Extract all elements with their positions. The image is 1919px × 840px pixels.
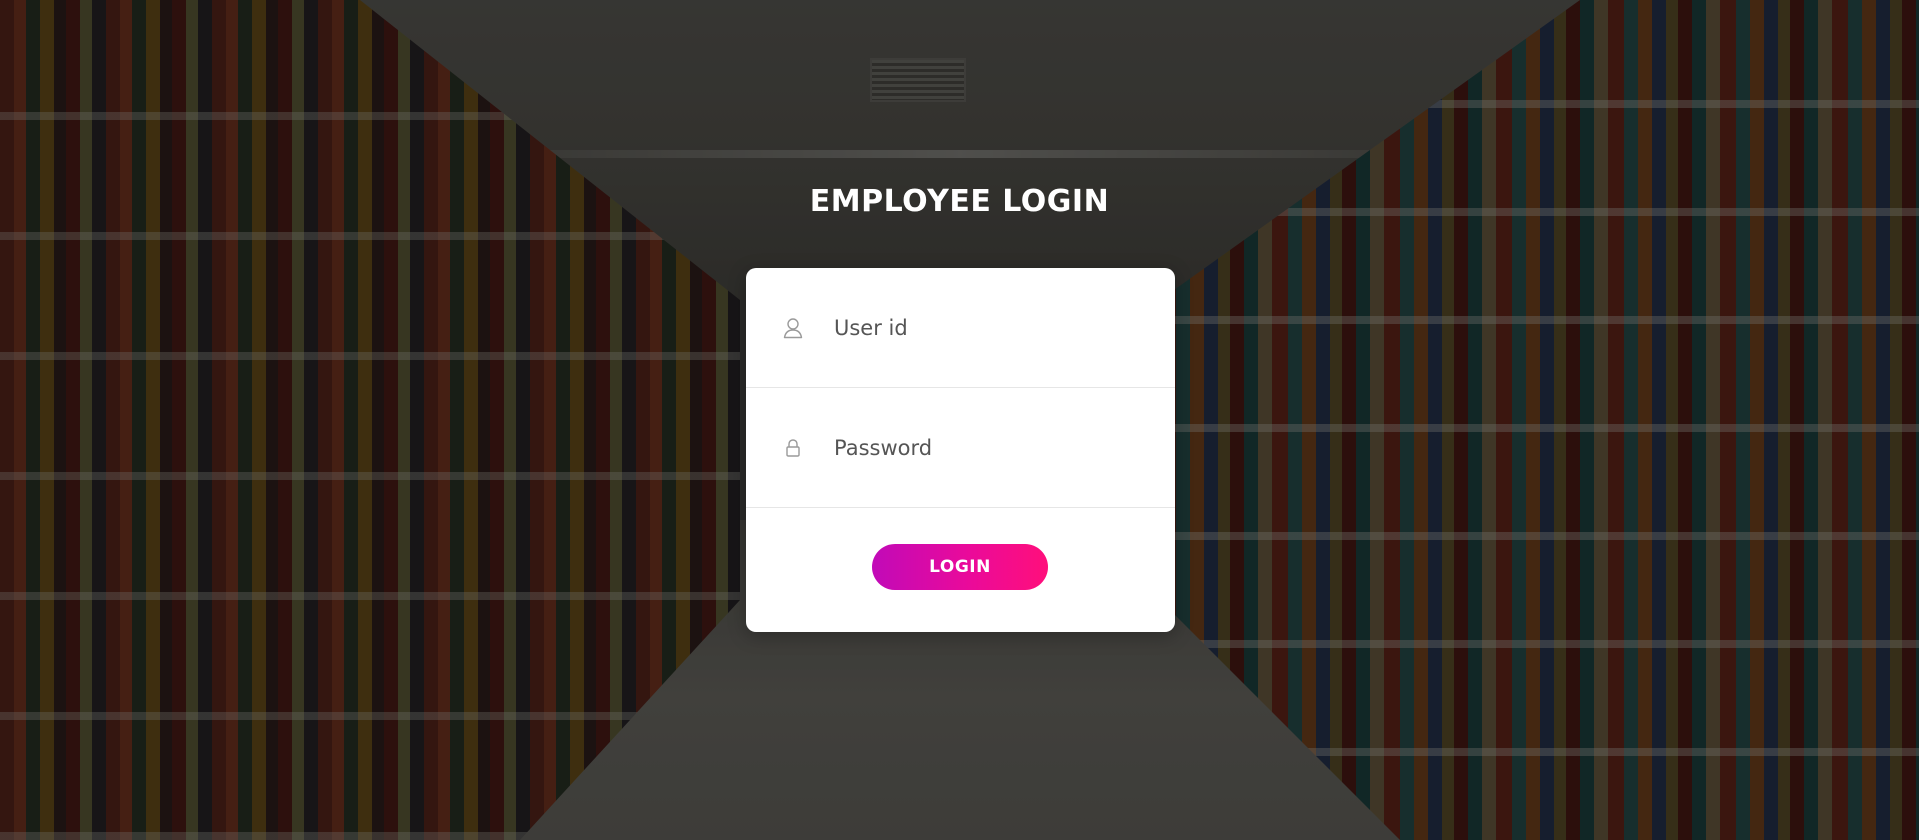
user-id-input[interactable] xyxy=(832,306,1155,349)
lock-icon xyxy=(782,437,804,459)
password-input[interactable] xyxy=(832,426,1155,469)
user-id-field xyxy=(746,268,1175,388)
login-button[interactable]: LOGIN xyxy=(872,544,1048,590)
user-icon xyxy=(782,317,804,339)
login-form: LOGIN xyxy=(746,268,1175,632)
button-row: LOGIN xyxy=(746,508,1175,632)
login-page: EMPLOYEE LOGIN LOGIN xyxy=(0,0,1919,840)
page-title: EMPLOYEE LOGIN xyxy=(809,184,1110,219)
password-field xyxy=(746,388,1175,508)
